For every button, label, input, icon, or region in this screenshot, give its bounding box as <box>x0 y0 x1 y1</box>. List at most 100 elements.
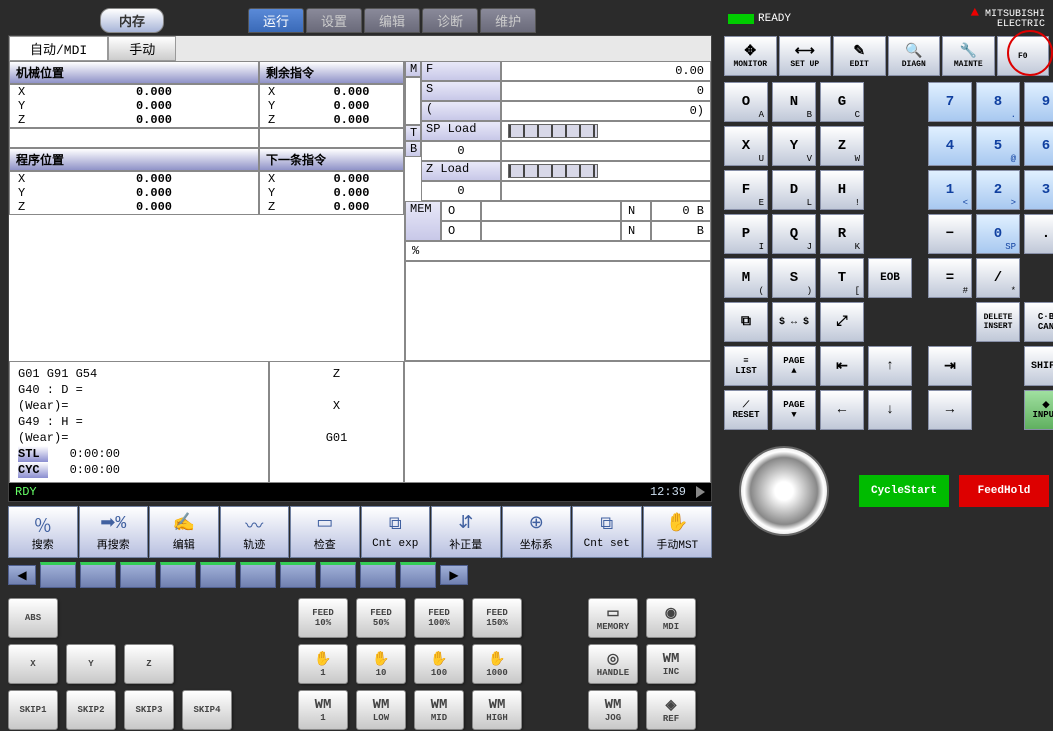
key-dot[interactable]: ., <box>1024 214 1053 254</box>
key-n[interactable]: NB <box>772 82 816 122</box>
btn-handle[interactable]: ◎HANDLE <box>588 644 638 684</box>
btn-mdi[interactable]: ◉MDI <box>646 598 696 638</box>
key-5[interactable]: 5@ <box>976 126 1020 166</box>
key-m[interactable]: M( <box>724 258 768 298</box>
key-eq[interactable]: =# <box>928 258 972 298</box>
btn-skip1[interactable]: SKIP1 <box>8 690 58 730</box>
key-q[interactable]: QJ <box>772 214 816 254</box>
key-down[interactable]: ↓ <box>868 390 912 430</box>
key-0[interactable]: 0SP <box>976 214 1020 254</box>
key-f[interactable]: FE <box>724 170 768 210</box>
key-right[interactable]: → <box>928 390 972 430</box>
key-list[interactable]: ≡LIST <box>724 346 768 386</box>
btn-handle100[interactable]: ✋100 <box>414 644 464 684</box>
key-delete-insert[interactable]: DELETEINSERT <box>976 302 1020 342</box>
fn-check[interactable]: ▭检查 <box>290 506 360 558</box>
key-x[interactable]: XU <box>724 126 768 166</box>
subtab-manual[interactable]: 手动 <box>108 36 176 61</box>
key-s[interactable]: S) <box>772 258 816 298</box>
key-cb-can[interactable]: C·BCAN <box>1024 302 1053 342</box>
fn-coord[interactable]: ⊕坐标系 <box>502 506 572 558</box>
fn-manmst[interactable]: ✋手动MST <box>643 506 713 558</box>
nav-box-3[interactable] <box>120 562 156 588</box>
key-g[interactable]: GC <box>820 82 864 122</box>
btn-handle1[interactable]: ✋1 <box>298 644 348 684</box>
mode-setup[interactable]: ⟷SET UP <box>779 36 832 76</box>
key-8[interactable]: 8. <box>976 82 1020 122</box>
tab-run[interactable]: 运行 <box>248 8 304 33</box>
key-window[interactable]: ⧉ <box>724 302 768 342</box>
key-d[interactable]: DL <box>772 170 816 210</box>
key-r[interactable]: RK <box>820 214 864 254</box>
key-updown[interactable]: ⤢ <box>820 302 864 342</box>
cycle-start-button[interactable]: CycleStart <box>859 475 949 507</box>
nav-box-9[interactable] <box>360 562 396 588</box>
key-page-down[interactable]: PAGE▼ <box>772 390 816 430</box>
key-6[interactable]: 6~ <box>1024 126 1053 166</box>
key-2[interactable]: 2> <box>976 170 1020 210</box>
fn-offset[interactable]: ⇵补正量 <box>431 506 501 558</box>
tab-maintain[interactable]: 维护 <box>480 8 536 33</box>
key-minus[interactable]: − <box>928 214 972 254</box>
key-9[interactable]: 9$ <box>1024 82 1053 122</box>
btn-feed50[interactable]: FEED50% <box>356 598 406 638</box>
nav-box-5[interactable] <box>200 562 236 588</box>
btn-handle1000[interactable]: ✋1000 <box>472 644 522 684</box>
btn-wmhigh[interactable]: WMHIGH <box>472 690 522 730</box>
mode-monitor[interactable]: ✥MONITOR <box>724 36 777 76</box>
key-3[interactable]: 3* <box>1024 170 1053 210</box>
mode-edit[interactable]: ✎EDIT <box>833 36 886 76</box>
btn-memory[interactable]: ▭MEMORY <box>588 598 638 638</box>
key-up[interactable]: ↑ <box>868 346 912 386</box>
btn-abs[interactable]: ABS <box>8 598 58 638</box>
mode-mainte[interactable]: 🔧MAINTE <box>942 36 995 76</box>
btn-skip3[interactable]: SKIP3 <box>124 690 174 730</box>
btn-skip2[interactable]: SKIP2 <box>66 690 116 730</box>
mode-diagn[interactable]: 🔍DIAGN <box>888 36 941 76</box>
btn-skip4[interactable]: SKIP4 <box>182 690 232 730</box>
key-left[interactable]: ← <box>820 390 864 430</box>
fn-trace[interactable]: 〰轨迹 <box>220 506 290 558</box>
btn-wm1[interactable]: WM1 <box>298 690 348 730</box>
feed-hold-button[interactable]: FeedHold <box>959 475 1049 507</box>
key-eob[interactable]: EOB <box>868 258 912 298</box>
subtab-auto[interactable]: 自动/MDI <box>9 36 108 61</box>
btn-feed150[interactable]: FEED150% <box>472 598 522 638</box>
btn-feed100[interactable]: FEED100% <box>414 598 464 638</box>
key-t[interactable]: T[ <box>820 258 864 298</box>
nav-box-2[interactable] <box>80 562 116 588</box>
btn-inc[interactable]: WMINC <box>646 644 696 684</box>
nav-box-1[interactable] <box>40 562 76 588</box>
jog-wheel[interactable] <box>739 446 829 536</box>
key-y[interactable]: YV <box>772 126 816 166</box>
btn-y[interactable]: Y <box>66 644 116 684</box>
key-7[interactable]: 7 <box>928 82 972 122</box>
tab-edit[interactable]: 编辑 <box>364 8 420 33</box>
fn-search[interactable]: ％搜索 <box>8 506 78 558</box>
fn-research[interactable]: ➡%再搜索 <box>79 506 149 558</box>
btn-ref[interactable]: ◈REF <box>646 690 696 730</box>
btn-z[interactable]: Z <box>124 644 174 684</box>
key-4[interactable]: 4 <box>928 126 972 166</box>
btn-wmlow[interactable]: WMLOW <box>356 690 406 730</box>
nav-box-6[interactable] <box>240 562 276 588</box>
key-page-up[interactable]: PAGE▲ <box>772 346 816 386</box>
key-end[interactable]: ⇥ <box>928 346 972 386</box>
key-z[interactable]: ZW <box>820 126 864 166</box>
key-h[interactable]: H! <box>820 170 864 210</box>
key-dollar[interactable]: $ ↔ $ <box>772 302 816 342</box>
nav-box-10[interactable] <box>400 562 436 588</box>
btn-wmmid[interactable]: WMMID <box>414 690 464 730</box>
fn-cntexp[interactable]: ⧉Cnt exp <box>361 506 431 558</box>
nav-box-7[interactable] <box>280 562 316 588</box>
key-1[interactable]: 1< <box>928 170 972 210</box>
key-input[interactable]: ◆INPUT <box>1024 390 1053 430</box>
btn-handle10[interactable]: ✋10 <box>356 644 406 684</box>
mode-f0[interactable]: F0 <box>997 36 1050 76</box>
tab-setup[interactable]: 设置 <box>306 8 362 33</box>
tab-diagnose[interactable]: 诊断 <box>422 8 478 33</box>
nav-right[interactable]: ▶ <box>440 565 468 585</box>
key-slash[interactable]: /* <box>976 258 1020 298</box>
btn-x[interactable]: X <box>8 644 58 684</box>
key-reset[interactable]: ⟋RESET <box>724 390 768 430</box>
